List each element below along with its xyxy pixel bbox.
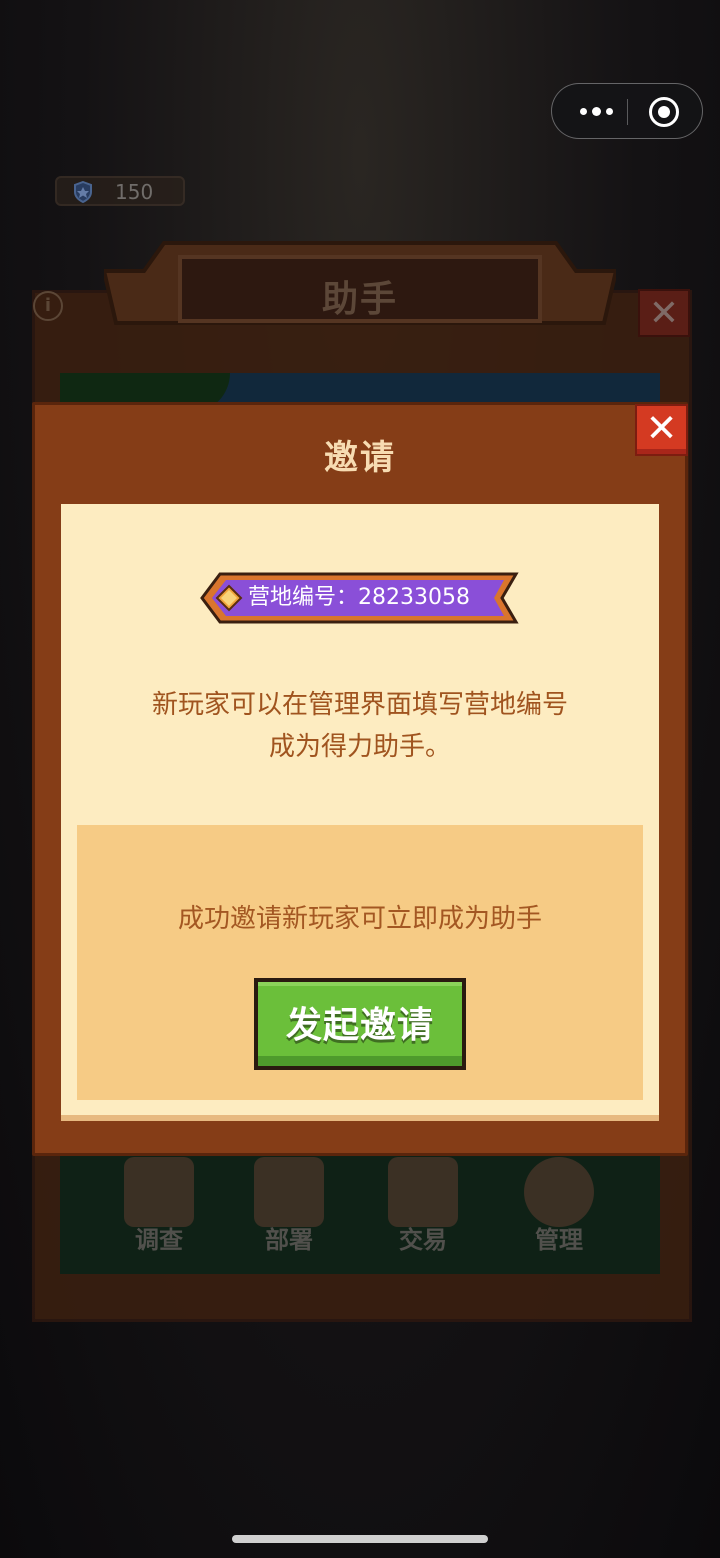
close-icon: ✕ — [645, 406, 678, 450]
invite-close-button[interactable]: ✕ — [635, 404, 688, 456]
magnifier-clipboard-icon — [124, 1157, 194, 1227]
gear-icon — [524, 1157, 594, 1227]
invite-reward-text: 成功邀请新玩家可立即成为助手 — [177, 904, 542, 934]
assistant-title: 助手 — [321, 279, 398, 320]
nav-deploy-label: 部署 — [265, 1226, 313, 1254]
invite-description-line2: 成为得力助手。 — [268, 732, 451, 762]
more-dots-icon[interactable] — [574, 96, 618, 126]
nav-manage[interactable]: 管理 — [504, 1152, 614, 1262]
score-value: 150 — [115, 180, 154, 204]
mini-program-capsule — [551, 83, 703, 139]
nav-survey-label: 调查 — [135, 1226, 183, 1254]
send-invite-button[interactable]: 发起邀请 — [254, 978, 466, 1070]
record-target-icon[interactable] — [649, 97, 679, 127]
send-invite-label: 发起邀请 — [285, 1005, 434, 1046]
shield-icon — [74, 181, 92, 203]
assistant-close-button[interactable]: ✕ — [638, 289, 690, 337]
invite-description-line1: 新玩家可以在管理界面填写营地编号 — [151, 690, 568, 720]
home-indicator — [232, 1535, 488, 1543]
trade-cart-icon — [388, 1157, 458, 1227]
map-pin-icon — [254, 1157, 324, 1227]
camp-id-text: 营地编号：28233058 — [248, 585, 470, 610]
nav-survey[interactable]: 调查 — [104, 1152, 214, 1262]
close-icon: ✕ — [648, 293, 680, 334]
send-invite-button-face: 发起邀请 — [258, 982, 462, 1066]
nav-trade[interactable]: 交易 — [368, 1152, 478, 1262]
nav-manage-label: 管理 — [535, 1226, 583, 1254]
nav-deploy[interactable]: 部署 — [234, 1152, 344, 1262]
capsule-divider — [627, 99, 628, 125]
score-pill: 150 — [55, 176, 185, 206]
invite-modal-title: 邀请 — [324, 438, 396, 478]
info-icon[interactable]: i — [33, 291, 63, 321]
nav-trade-label: 交易 — [399, 1226, 447, 1254]
